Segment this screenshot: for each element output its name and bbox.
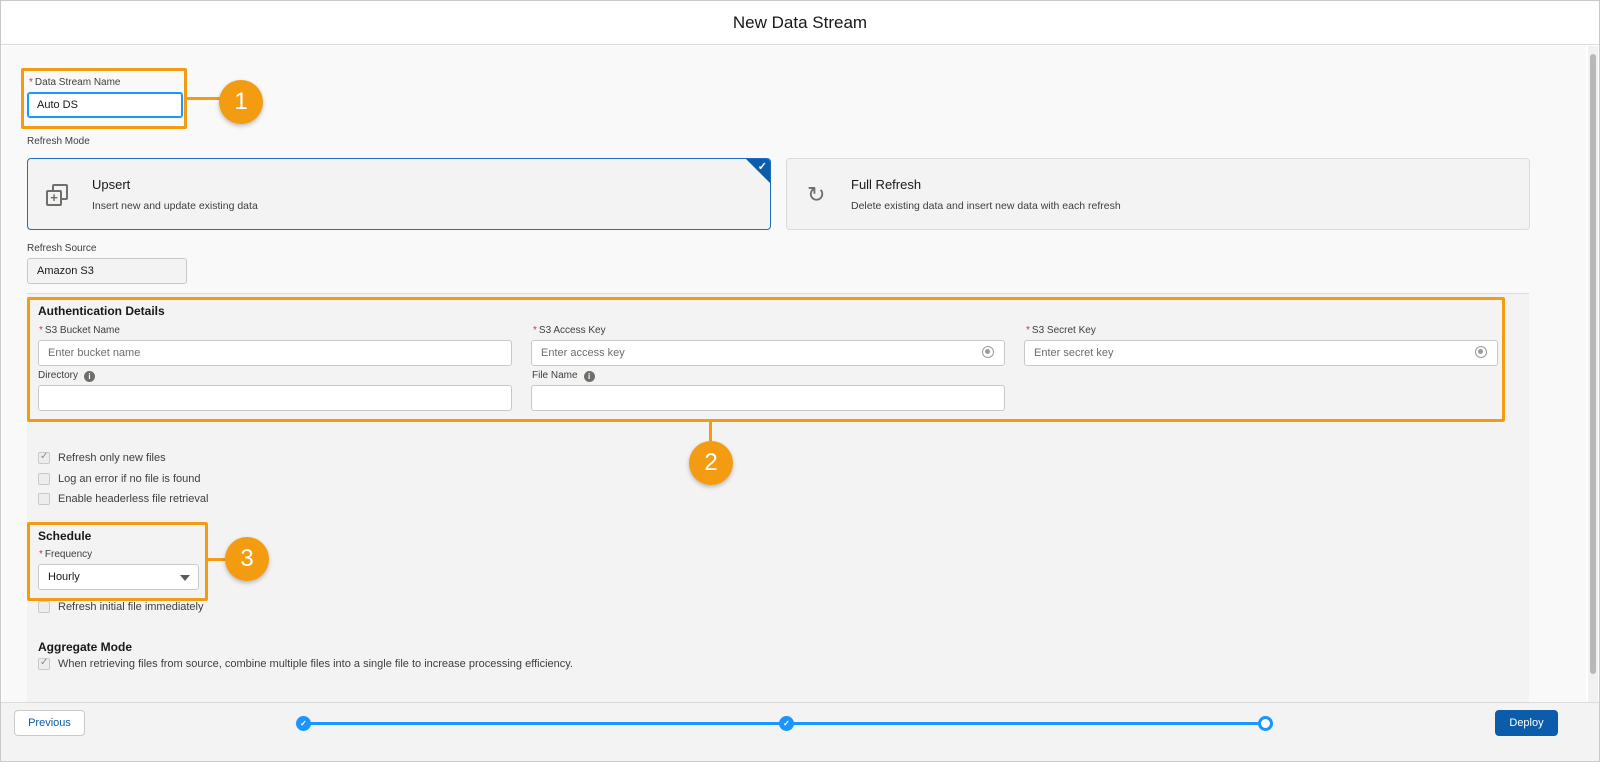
frequency-select[interactable]: Hourly xyxy=(38,564,199,590)
access-key-label: * S3 Access Key xyxy=(533,325,606,336)
directory-input[interactable] xyxy=(38,385,512,411)
callout-connector-1 xyxy=(186,97,220,100)
modal-title: New Data Stream xyxy=(732,13,868,32)
directory-label: Directory i xyxy=(38,370,96,382)
frequency-label: * Frequency xyxy=(39,549,93,560)
refresh-new-files-checkbox[interactable] xyxy=(38,451,50,464)
refresh-icon: ↻ xyxy=(807,182,826,207)
progress-step-3[interactable] xyxy=(1258,716,1273,731)
combine-files-label: When retrieving files from source, combi… xyxy=(58,658,573,670)
secret-key-input[interactable] xyxy=(1024,340,1498,366)
refresh-source-label: Refresh Source xyxy=(27,243,97,254)
auth-section-title: Authentication Details xyxy=(38,304,165,318)
access-key-input[interactable] xyxy=(531,340,1005,366)
refresh-mode-full-refresh-tile[interactable]: ↻ Full Refresh Delete existing data and … xyxy=(786,158,1530,230)
headerless-checkbox[interactable] xyxy=(38,493,50,505)
refresh-new-files-label: Refresh only new files xyxy=(58,452,166,464)
show-access-key-icon[interactable] xyxy=(982,346,994,358)
refresh-mode-label: Refresh Mode xyxy=(27,136,90,147)
full-refresh-title: Full Refresh xyxy=(851,177,922,192)
file-name-info-icon[interactable]: i xyxy=(583,371,595,382)
callout-connector-3 xyxy=(207,558,225,561)
aggregate-section-title: Aggregate Mode xyxy=(38,640,133,654)
bucket-label: * S3 Bucket Name xyxy=(39,325,120,336)
frequency-value: Hourly xyxy=(48,571,80,583)
log-error-option[interactable]: Log an error if no file is found xyxy=(38,473,200,485)
refresh-initial-label: Refresh initial file immediately xyxy=(58,601,204,613)
required-marker: * xyxy=(29,77,33,88)
combine-files-checkbox[interactable] xyxy=(38,657,50,670)
refresh-source-field: Amazon S3 xyxy=(27,258,187,284)
file-name-input[interactable] xyxy=(531,385,1005,411)
directory-info-icon[interactable]: i xyxy=(84,371,96,382)
previous-button[interactable]: Previous xyxy=(14,710,85,736)
progress-track-1 xyxy=(307,722,781,725)
deploy-button[interactable]: Deploy xyxy=(1495,710,1558,736)
callout-connector-2 xyxy=(709,421,712,441)
modal-footer: Previous ✓ ✓ Deploy xyxy=(1,702,1599,761)
schedule-section-title: Schedule xyxy=(38,529,92,543)
stream-name-input[interactable] xyxy=(27,92,183,118)
refresh-initial-option[interactable]: Refresh initial file immediately xyxy=(38,601,204,613)
refresh-initial-checkbox[interactable] xyxy=(38,601,50,613)
progress-step-1[interactable]: ✓ xyxy=(296,716,311,731)
vertical-scrollbar[interactable] xyxy=(1588,46,1598,702)
show-secret-key-icon[interactable] xyxy=(1475,346,1487,358)
refresh-new-files-option[interactable]: Refresh only new files xyxy=(38,451,166,464)
callout-badge-1: 1 xyxy=(219,80,263,124)
upsert-description: Insert new and update existing data xyxy=(92,200,258,212)
full-refresh-description: Delete existing data and insert new data… xyxy=(851,200,1121,212)
stream-name-label-text: Data Stream Name xyxy=(34,77,121,88)
progress-track-2 xyxy=(791,722,1261,725)
upsert-title: Upsert xyxy=(92,177,131,192)
bucket-name-input[interactable] xyxy=(38,340,512,366)
callout-badge-2: 2 xyxy=(689,441,733,485)
refresh-mode-upsert-tile[interactable]: + Upsert Insert new and update existing … xyxy=(27,158,771,230)
headerless-option[interactable]: Enable headerless file retrieval xyxy=(38,493,208,505)
modal-header: New Data Stream xyxy=(1,1,1599,45)
callout-badge-3: 3 xyxy=(225,537,269,581)
log-error-label: Log an error if no file is found xyxy=(58,473,201,485)
scrollbar-thumb[interactable] xyxy=(1590,54,1596,674)
log-error-checkbox[interactable] xyxy=(38,473,50,485)
checkmark-icon: ✓ xyxy=(757,161,767,173)
chevron-down-icon xyxy=(180,575,190,581)
file-name-label: File Name i xyxy=(532,370,595,382)
headerless-label: Enable headerless file retrieval xyxy=(58,493,209,505)
stream-name-label: * Data Stream Name xyxy=(29,77,121,88)
progress-step-2[interactable]: ✓ xyxy=(779,716,794,731)
upsert-icon: + xyxy=(46,184,68,206)
secret-key-label: * S3 Secret Key xyxy=(1026,325,1096,336)
combine-files-option[interactable]: When retrieving files from source, combi… xyxy=(38,657,573,670)
